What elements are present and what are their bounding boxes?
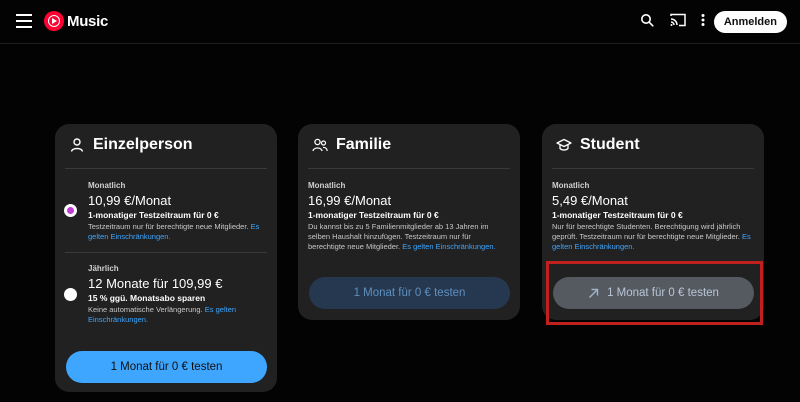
graduation-cap-icon: [556, 138, 572, 151]
trial-button-individual[interactable]: 1 Monat für 0 € testen: [66, 351, 267, 383]
signin-button[interactable]: Anmelden: [713, 11, 787, 33]
plan-offer: 1-monatiger Testzeitraum für 0 €: [88, 210, 219, 220]
plan-label: Jährlich: [88, 264, 119, 273]
plan-label: Monatlich: [552, 181, 590, 190]
plan-description: Du kannst bis zu 5 Familienmitglieder ab…: [308, 222, 508, 252]
plan-option-family: Monatlich 16,99 €/Monat 1-monatiger Test…: [308, 181, 508, 252]
divider: [65, 252, 267, 253]
card-title: Einzelperson: [93, 136, 193, 153]
search-icon[interactable]: [640, 13, 654, 27]
plan-card-family: Familie Monatlich 16,99 €/Monat 1-monati…: [298, 124, 520, 320]
radio-monthly[interactable]: [64, 204, 77, 217]
plan-offer: 15 % ggü. Monatsabo sparen: [88, 293, 206, 303]
plan-price: 5,49 €/Monat: [552, 193, 628, 208]
menu-icon[interactable]: [16, 14, 32, 28]
plan-option-student: Monatlich 5,49 €/Monat 1-monatiger Testz…: [552, 181, 752, 252]
plan-offer: 1-monatiger Testzeitraum für 0 €: [552, 210, 683, 220]
plan-description: Nur für berechtigte Studenten. Berechtig…: [552, 222, 752, 252]
divider: [308, 168, 510, 169]
highlight-box: [546, 261, 763, 325]
plan-price: 10,99 €/Monat: [88, 193, 172, 208]
trial-button-family[interactable]: 1 Monat für 0 € testen: [309, 277, 510, 309]
restrictions-link[interactable]: Es gelten Einschränkungen.: [402, 242, 495, 251]
plan-offer: 1-monatiger Testzeitraum für 0 €: [308, 210, 439, 220]
plan-card-individual: Einzelperson Monatlich 10,99 €/Monat 1-m…: [55, 124, 277, 392]
plan-price: 16,99 €/Monat: [308, 193, 392, 208]
plan-description: Testzeitraum nur für berechtigte neue Mi…: [88, 222, 265, 242]
divider: [65, 168, 267, 169]
plan-label: Monatlich: [88, 181, 126, 190]
plan-description-text: Keine automatische Verlängerung.: [88, 305, 203, 314]
app-name: Music: [67, 12, 109, 30]
youtube-music-logo[interactable]: Music: [44, 11, 108, 31]
divider: [552, 168, 754, 169]
plan-label: Monatlich: [308, 181, 346, 190]
radio-yearly[interactable]: [64, 288, 77, 301]
family-icon: [312, 138, 328, 152]
plan-price: 12 Monate für 109,99 €: [88, 276, 223, 291]
card-title: Student: [580, 136, 640, 153]
plan-description-text: Nur für berechtigte Studenten. Berechtig…: [552, 222, 741, 241]
more-vert-icon[interactable]: [700, 13, 706, 27]
card-header: Student: [556, 136, 640, 154]
plan-option-monthly[interactable]: Monatlich 10,99 €/Monat 1-monatiger Test…: [88, 181, 265, 242]
plan-description-text: Testzeitraum nur für berechtigte neue Mi…: [88, 222, 249, 231]
youtube-music-logo-icon: [44, 11, 64, 31]
plan-option-yearly[interactable]: Jährlich 12 Monate für 109,99 € 15 % ggü…: [88, 264, 265, 325]
cast-icon[interactable]: [670, 13, 686, 27]
card-header: Einzelperson: [69, 136, 193, 154]
plan-description: Keine automatische Verlängerung. Es gelt…: [88, 305, 265, 325]
person-icon: [70, 138, 84, 152]
top-bar: Music Anmelden: [0, 0, 800, 44]
card-header: Familie: [312, 136, 391, 154]
card-title: Familie: [336, 136, 392, 153]
